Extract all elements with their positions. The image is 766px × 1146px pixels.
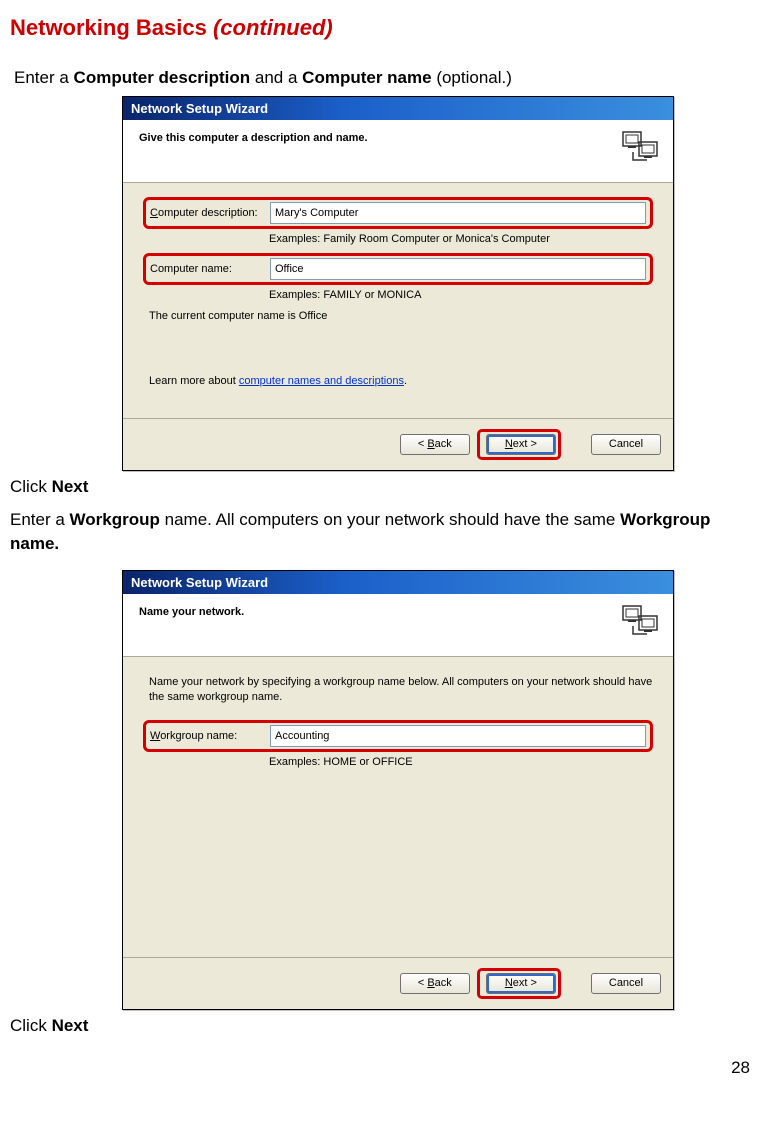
instruction-2: Enter a Workgroup name. All computers on… [10, 508, 756, 556]
click-next-1: Click Next [10, 475, 756, 499]
workgroup-name-row: Workgroup name: [143, 720, 653, 752]
wizard-heading: Name your network. [135, 604, 244, 618]
workgroup-intro: Name your network by specifying a workgr… [149, 675, 653, 706]
computer-name-label: Computer name: [150, 263, 270, 275]
page-title-main: Networking Basics [10, 15, 213, 40]
learn-more-link[interactable]: computer names and descriptions [239, 375, 404, 387]
computer-name-row: Computer name: [143, 253, 653, 285]
next-button[interactable]: Next > [486, 973, 556, 994]
wizard-dialog-1: Network Setup Wizard Give this computer … [122, 96, 674, 471]
back-button[interactable]: < Back [400, 973, 470, 994]
computer-name-input[interactable] [270, 258, 646, 280]
wizard-heading: Give this computer a description and nam… [135, 130, 368, 144]
workgroup-example: Examples: HOME or OFFICE [143, 756, 653, 768]
workgroup-name-label: Workgroup name: [150, 730, 270, 742]
wizard-body: Computer description: Examples: Family R… [123, 183, 673, 418]
network-computers-icon [621, 604, 661, 642]
computer-description-row: Computer description: [143, 197, 653, 229]
computer-name-example: Examples: FAMILY or MONICA [143, 289, 653, 301]
network-computers-icon [621, 130, 661, 168]
wizard-header: Name your network. [123, 594, 673, 657]
computer-description-input[interactable] [270, 202, 646, 224]
wizard-footer: < Back Next > Cancel [123, 418, 673, 470]
wizard-footer: < Back Next > Cancel [123, 957, 673, 1009]
computer-description-example: Examples: Family Room Computer or Monica… [143, 233, 653, 245]
back-button[interactable]: < Back [400, 434, 470, 455]
click-next-2: Click Next [10, 1014, 756, 1038]
instruction-1: Enter a Computer description and a Compu… [14, 66, 756, 90]
page-title-continued: (continued) [213, 15, 333, 40]
current-computer-name: The current computer name is Office [149, 309, 653, 324]
next-button-highlight: Next > [477, 968, 561, 999]
wizard-dialog-2: Network Setup Wizard Name your network. … [122, 570, 674, 1010]
page-number: 28 [10, 1058, 756, 1078]
learn-more-text: Learn more about computer names and desc… [149, 374, 653, 389]
workgroup-name-input[interactable] [270, 725, 646, 747]
cancel-button[interactable]: Cancel [591, 434, 661, 455]
computer-description-label: Computer description: [150, 207, 270, 219]
next-button[interactable]: Next > [486, 434, 556, 455]
wizard-titlebar: Network Setup Wizard [123, 571, 673, 594]
next-button-highlight: Next > [477, 429, 561, 460]
page-title: Networking Basics (continued) [10, 15, 756, 41]
wizard-body: Name your network by specifying a workgr… [123, 657, 673, 957]
wizard-titlebar: Network Setup Wizard [123, 97, 673, 120]
wizard-header: Give this computer a description and nam… [123, 120, 673, 183]
cancel-button[interactable]: Cancel [591, 973, 661, 994]
